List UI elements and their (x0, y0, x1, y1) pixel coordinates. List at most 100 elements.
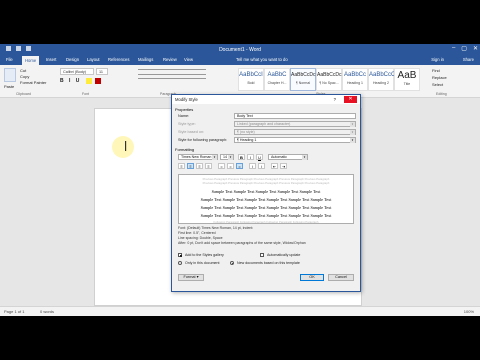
style-type-label: Style type: (178, 122, 196, 126)
chevron-down-icon: ▾ (350, 130, 355, 135)
tab-review[interactable]: Review (163, 57, 177, 62)
align-center-icon[interactable]: ≡ (187, 163, 194, 169)
style-sample: AaBbCcDc (291, 72, 316, 78)
paragraph-list-buttons[interactable] (138, 69, 206, 75)
sign-in-link[interactable]: Sign in (431, 57, 444, 62)
new-documents-radio[interactable] (230, 261, 234, 265)
replace-button[interactable]: Replace (432, 75, 447, 80)
decrease-indent-icon[interactable]: ⇤ (271, 163, 278, 169)
dialog-close-button[interactable]: ✕ (344, 96, 357, 103)
find-button[interactable]: Find (432, 68, 440, 73)
add-to-gallery-checkbox[interactable] (178, 253, 182, 257)
select-button[interactable]: Select (432, 82, 443, 87)
one-half-spacing-icon[interactable]: = (227, 163, 234, 169)
size-value: 14 (223, 155, 227, 159)
font-color-icon[interactable] (95, 78, 101, 84)
share-button[interactable]: Share (463, 57, 474, 62)
style-tile-heading-2[interactable]: AaBbCcC Heading 2 (368, 68, 395, 91)
style-name-field[interactable]: Body Text (234, 113, 356, 119)
cut-button[interactable]: Cut (20, 68, 26, 73)
zoom-level[interactable]: 100% (464, 309, 474, 314)
page-count: Page 1 of 1 (4, 309, 25, 314)
editing-group-label: Editing (436, 92, 447, 96)
tab-home[interactable]: Home (22, 56, 40, 65)
align-left-icon[interactable]: ≡ (178, 163, 185, 169)
paste-icon[interactable] (4, 68, 16, 82)
preview-sample-line: Sample Text Sample Text Sample Text Samp… (200, 197, 332, 202)
underline-toggle[interactable]: U (256, 154, 263, 160)
bold-toggle[interactable]: B (238, 154, 245, 160)
align-right-icon[interactable]: ≡ (196, 163, 203, 169)
style-sample: AaBbCcDc (317, 72, 342, 78)
single-spacing-icon[interactable]: = (218, 163, 225, 169)
tab-mailings[interactable]: Mailings (138, 57, 153, 62)
color-select[interactable]: Automatic ▾ (268, 154, 308, 160)
increase-indent-icon[interactable]: ⇥ (280, 163, 287, 169)
minimize-button[interactable]: – (452, 45, 455, 52)
tell-me-box[interactable]: Tell me what you want to do (236, 57, 288, 62)
maximize-button[interactable]: ▢ (461, 45, 467, 52)
style-following-select[interactable]: ¶ Heading 1 ▾ (234, 137, 356, 143)
style-tile-no-spacing[interactable]: AaBbCcDc ¶ No Spac... (316, 68, 342, 91)
highlight-color-icon[interactable] (86, 78, 92, 84)
window-title: Document1 - Word (219, 47, 261, 53)
copy-button[interactable]: Copy (20, 74, 29, 79)
font-size-select[interactable]: 11 (96, 68, 108, 75)
font-format-buttons[interactable]: B I U (60, 78, 81, 84)
style-tile-title[interactable]: AaB Title (394, 68, 420, 91)
text-cursor-icon: ꟾ (124, 141, 128, 154)
paste-button[interactable]: Paste (4, 84, 14, 89)
title-bar: Document1 - Word – ▢ ✕ (0, 44, 480, 55)
size-select[interactable]: 14 ▾ (220, 154, 234, 160)
chevron-down-icon: ▾ (350, 138, 355, 143)
chevron-down-icon: ▾ (350, 122, 355, 127)
paragraph-align-buttons[interactable] (138, 78, 206, 84)
style-name: Title (403, 82, 411, 86)
ok-button[interactable]: OK (300, 274, 324, 281)
auto-update-checkbox[interactable] (260, 253, 264, 257)
close-window-button[interactable]: ✕ (473, 45, 478, 52)
font-select[interactable]: Times New Roman ▾ (178, 154, 218, 160)
properties-heading: Properties (175, 107, 194, 112)
tab-design[interactable]: Design (66, 57, 79, 62)
tab-layout[interactable]: Layout (87, 57, 100, 62)
cancel-button[interactable]: Cancel (328, 274, 354, 281)
name-label: Name: (178, 114, 190, 118)
dialog-title: Modify Style (172, 95, 360, 104)
only-this-document-radio[interactable] (178, 261, 182, 265)
chevron-down-icon: ▾ (212, 155, 217, 160)
clipboard-group-label: Clipboard (16, 92, 31, 96)
tab-view[interactable]: View (184, 57, 193, 62)
tab-file[interactable]: File (6, 57, 13, 62)
font-name-select[interactable]: Calibri (Body) (60, 68, 94, 75)
format-button[interactable]: Format ▾ (178, 274, 204, 281)
tab-references[interactable]: References (108, 57, 129, 62)
style-name: ¶ Normal (295, 81, 311, 85)
style-tile-normal[interactable]: AaBbCcDc ¶ Normal (290, 68, 316, 91)
preview-sample-line: Sample Text Sample Text Sample Text Samp… (200, 213, 332, 218)
preview-previous-line: Previous Paragraph Previous Paragraph Pr… (202, 181, 330, 185)
space-before-icon[interactable]: ↕ (249, 163, 256, 169)
preview-sample-line: Sample Text Sample Text Sample Text Samp… (211, 189, 321, 194)
style-tile-heading-1[interactable]: AaBbCc Heading 1 (342, 68, 368, 91)
modify-style-dialog: Modify Style ? ✕ Properties Name: Body T… (171, 94, 361, 292)
window-controls: – ▢ ✕ (452, 45, 478, 52)
tab-insert[interactable]: Insert (46, 57, 56, 62)
style-tile-chapter[interactable]: AaBbC Chapter H... (264, 68, 290, 91)
font-group-label: Font (82, 92, 90, 96)
help-button[interactable]: ? (334, 97, 336, 102)
style-based-label: Style based on: (178, 130, 205, 134)
style-type-select[interactable]: Linked (paragraph and character) ▾ (234, 121, 356, 127)
format-painter-button[interactable]: Format Painter (20, 80, 46, 85)
space-after-icon[interactable]: ↕ (258, 163, 265, 169)
justify-icon[interactable]: ≡ (205, 163, 212, 169)
style-based-value: ¶ (no style) (237, 130, 255, 134)
style-type-value: Linked (paragraph and character) (237, 122, 291, 126)
style-tile-bold[interactable]: AaBbCcI Bold (238, 68, 264, 91)
double-spacing-icon[interactable]: = (236, 163, 243, 169)
mouse-highlight (112, 136, 134, 158)
chevron-down-icon: ▾ (228, 155, 233, 160)
style-sample: AaBbCc (343, 72, 366, 78)
style-based-select[interactable]: ¶ (no style) ▾ (234, 129, 356, 135)
italic-toggle[interactable]: I (247, 154, 254, 160)
